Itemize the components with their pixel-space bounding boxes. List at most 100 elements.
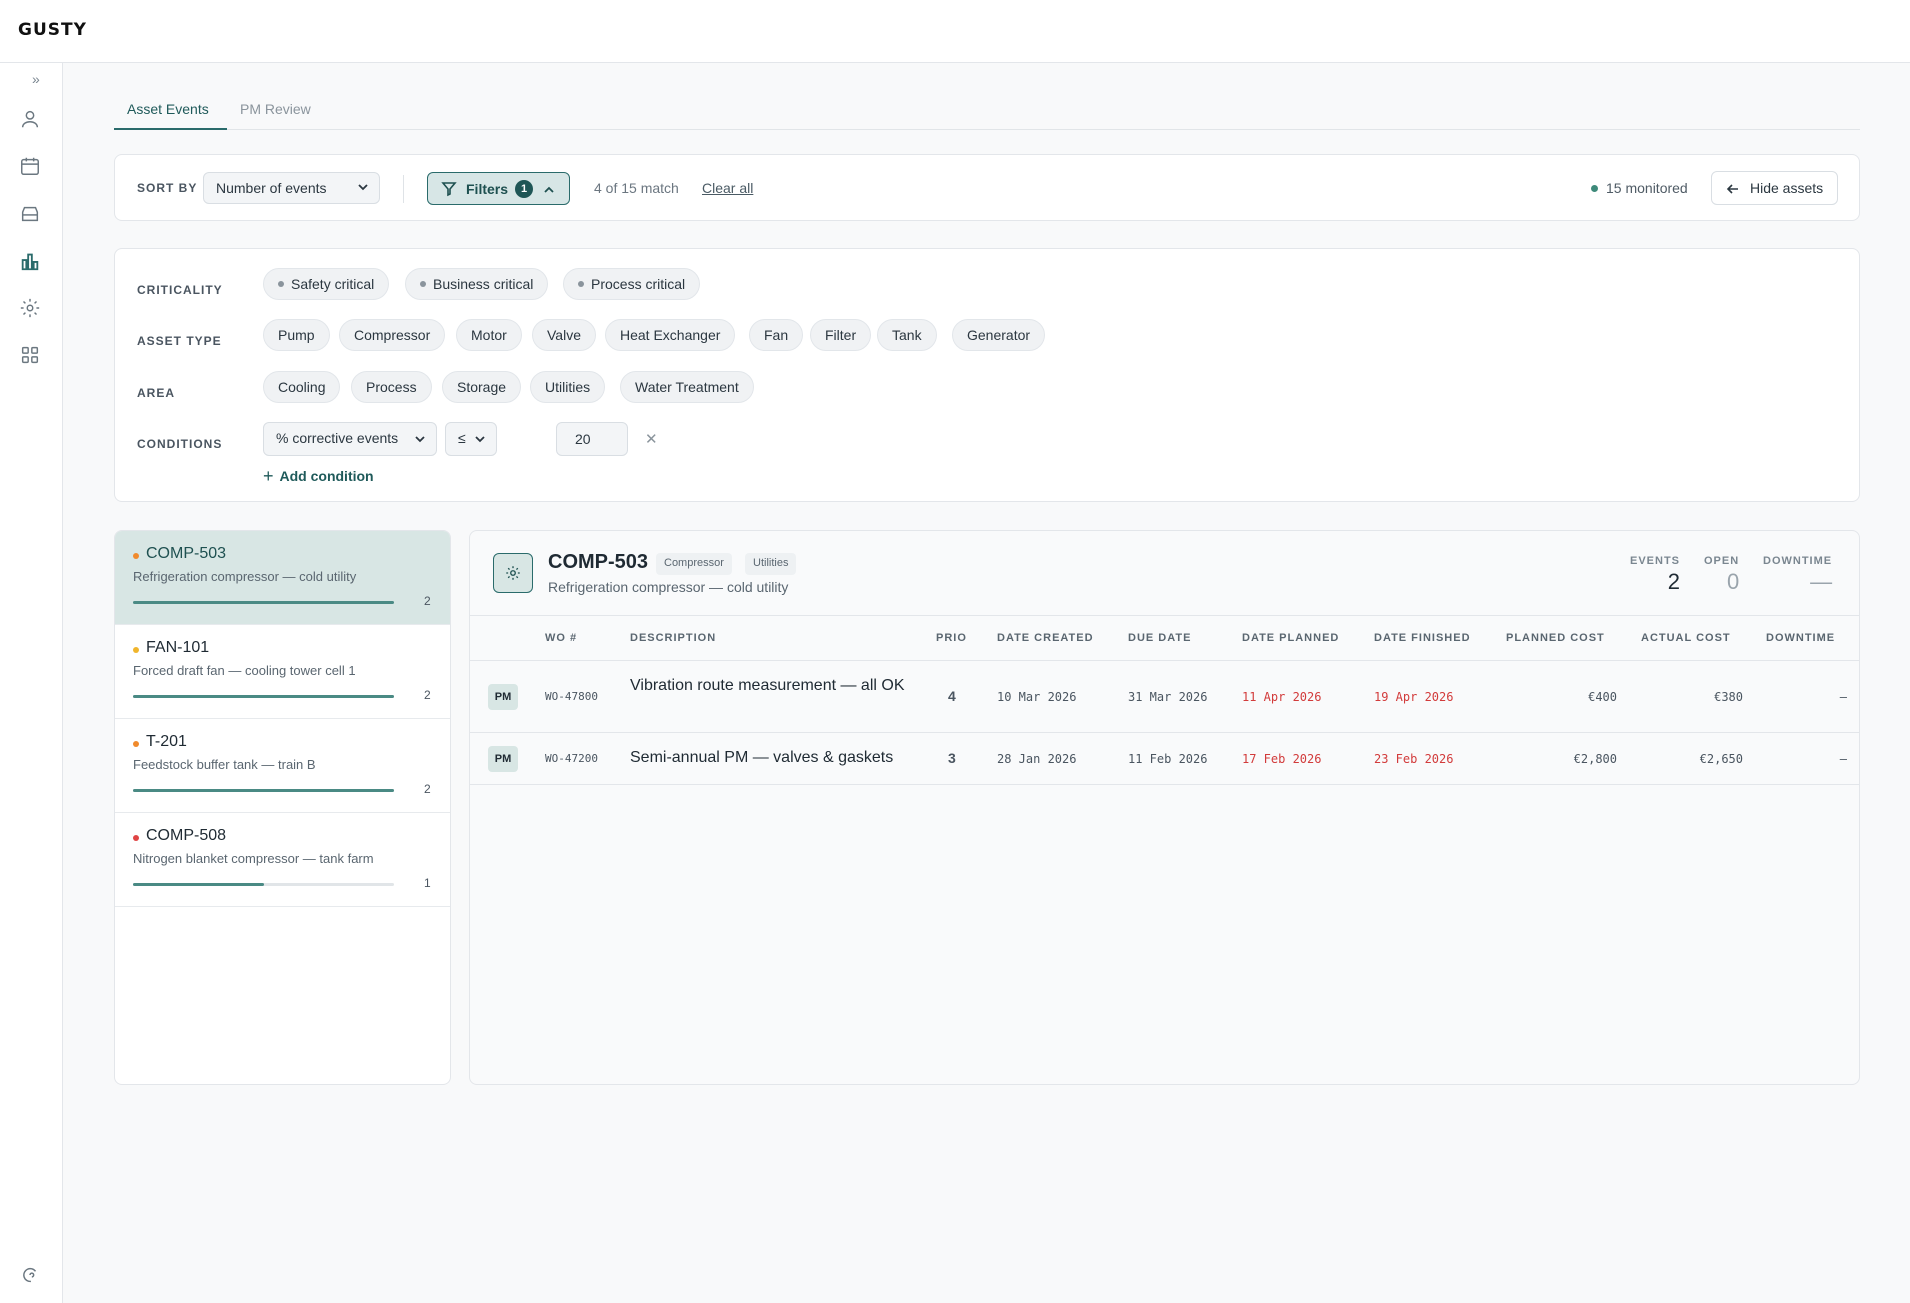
asset-title: COMP-503 xyxy=(548,551,649,573)
asset-list-item[interactable]: COMP-503 Refrigeration compressor — cold… xyxy=(115,531,450,625)
chip-process-critical[interactable]: Process critical xyxy=(563,268,701,300)
chip-motor[interactable]: Motor xyxy=(456,319,522,351)
stat-downtime-value: — xyxy=(1810,569,1833,594)
col-planned-cost[interactable]: PLANNED COST xyxy=(1506,632,1605,644)
user-icon[interactable] xyxy=(18,107,42,131)
stat-events-value: 2 xyxy=(1667,569,1681,594)
asset-list-item[interactable]: FAN-101 Forced draft fan — cooling tower… xyxy=(115,625,450,719)
main-content: Asset Events PM Review SORT BY Number of… xyxy=(63,63,1910,1303)
stat-open-value: 0 xyxy=(1726,569,1740,594)
work-type-badge: PM xyxy=(488,746,518,772)
chip-fan[interactable]: Fan xyxy=(749,319,804,351)
condition-metric-value: % corrective events xyxy=(276,430,399,446)
settings-icon[interactable] xyxy=(18,296,42,320)
col-date-created[interactable]: DATE CREATED xyxy=(997,632,1094,644)
chip-safety-critical[interactable]: Safety critical xyxy=(263,268,390,300)
col-description[interactable]: DESCRIPTION xyxy=(630,632,716,644)
wo-date-planned: 11 Apr 2026 xyxy=(1242,690,1322,704)
stat-downtime-label: DOWNTIME xyxy=(1763,555,1833,567)
chip-filter[interactable]: Filter xyxy=(810,319,872,351)
divider xyxy=(403,175,404,203)
chip-utilities[interactable]: Utilities xyxy=(530,371,606,403)
asset-name: FAN-101 xyxy=(146,639,210,656)
app-logo[interactable]: GUSTY xyxy=(18,20,87,40)
remove-condition-icon[interactable]: ✕ xyxy=(645,430,658,448)
filters-count-badge: 1 xyxy=(515,180,533,198)
wo-planned-cost: €2,800 xyxy=(1573,752,1617,766)
criticality-label: CRITICALITY xyxy=(137,283,223,297)
area-label: AREA xyxy=(137,386,176,400)
wo-actual-cost: €380 xyxy=(1714,690,1743,704)
stat-open: OPEN 0 xyxy=(1704,555,1739,595)
chart-icon[interactable] xyxy=(18,249,42,273)
hide-assets-button[interactable]: Hide assets xyxy=(1711,171,1838,205)
chip-cooling[interactable]: Cooling xyxy=(263,371,341,403)
table-row[interactable]: PM WO-47800 Vibration route measurement … xyxy=(470,661,1859,733)
work-type-badge: PM xyxy=(488,684,518,710)
asset-list-item[interactable]: COMP-508 Nitrogen blanket compressor — t… xyxy=(115,813,450,907)
chip-valve[interactable]: Valve xyxy=(532,319,596,351)
chip-generator[interactable]: Generator xyxy=(952,319,1046,351)
chevron-down-icon xyxy=(358,184,368,191)
event-bar-track xyxy=(133,789,394,792)
col-actual-cost[interactable]: ACTUAL COST xyxy=(1641,632,1731,644)
wo-prio: 3 xyxy=(948,750,956,766)
col-wo[interactable]: WO # xyxy=(545,632,577,644)
col-due-date[interactable]: DUE DATE xyxy=(1128,632,1191,644)
chip-tank[interactable]: Tank xyxy=(877,319,937,351)
wo-prio: 4 xyxy=(948,688,956,704)
condition-metric-select[interactable]: % corrective events xyxy=(263,422,437,456)
chevron-down-icon xyxy=(475,436,485,443)
filter-icon xyxy=(441,182,457,197)
asset-description: Feedstock buffer tank — train B xyxy=(133,757,316,772)
filters-button[interactable]: Filters 1 xyxy=(427,172,570,205)
event-count: 2 xyxy=(424,688,431,702)
table-row[interactable]: PM WO-47200 Semi-annual PM — valves & ga… xyxy=(470,733,1859,785)
wo-downtime: — xyxy=(1839,752,1847,766)
chip-process[interactable]: Process xyxy=(351,371,432,403)
stat-downtime: DOWNTIME — xyxy=(1763,555,1832,595)
clear-all-link[interactable]: Clear all xyxy=(702,180,753,196)
sort-by-label: SORT BY xyxy=(137,181,198,195)
wo-due-date: 11 Feb 2026 xyxy=(1128,752,1208,766)
asset-list-item[interactable]: T-201 Feedstock buffer tank — train B 2 xyxy=(115,719,450,813)
apps-grid-icon[interactable] xyxy=(18,343,42,367)
add-condition-button[interactable]: + Add condition xyxy=(263,466,374,487)
chip-heat-exchanger[interactable]: Heat Exchanger xyxy=(605,319,736,351)
wo-date-created: 28 Jan 2026 xyxy=(997,752,1077,766)
wo-number: WO-47200 xyxy=(545,752,598,765)
condition-operator-select[interactable]: ≤ xyxy=(445,422,497,456)
wo-date-created: 10 Mar 2026 xyxy=(997,690,1077,704)
table-header: WO # DESCRIPTION PRIO DATE CREATED DUE D… xyxy=(470,615,1859,661)
support-icon[interactable] xyxy=(18,1263,42,1287)
expand-sidebar-icon[interactable]: » xyxy=(32,71,40,87)
tab-pm-review[interactable]: PM Review xyxy=(227,91,324,130)
status-dot xyxy=(1591,185,1598,192)
wo-downtime: — xyxy=(1839,690,1847,704)
monitored-status: 15 monitored xyxy=(1591,180,1688,196)
sort-select[interactable]: Number of events xyxy=(203,172,380,204)
col-date-planned[interactable]: DATE PLANNED xyxy=(1242,632,1339,644)
hide-assets-label: Hide assets xyxy=(1750,180,1824,196)
chip-storage[interactable]: Storage xyxy=(442,371,522,403)
inbox-icon[interactable] xyxy=(18,202,42,226)
col-date-finished[interactable]: DATE FINISHED xyxy=(1374,632,1471,644)
chip-water-treatment[interactable]: Water Treatment xyxy=(620,371,754,403)
chip-label: Business critical xyxy=(433,276,534,292)
chip-compressor[interactable]: Compressor xyxy=(339,319,446,351)
condition-value-input[interactable]: 20 xyxy=(556,422,628,456)
wo-number: WO-47800 xyxy=(545,690,598,703)
criticality-dot xyxy=(133,553,139,559)
sort-select-value: Number of events xyxy=(216,180,327,196)
col-downtime[interactable]: DOWNTIME xyxy=(1766,632,1835,644)
wo-date-finished: 19 Apr 2026 xyxy=(1374,690,1454,704)
calendar-icon[interactable] xyxy=(18,154,42,178)
asset-subtitle: Refrigeration compressor — cold utility xyxy=(548,579,789,595)
col-prio[interactable]: PRIO xyxy=(936,632,967,644)
event-count: 2 xyxy=(424,782,431,796)
tab-asset-events[interactable]: Asset Events xyxy=(114,91,227,130)
chip-business-critical[interactable]: Business critical xyxy=(405,268,549,300)
sort-filter-bar: SORT BY Number of events Filters 1 4 of … xyxy=(114,154,1860,221)
left-nav-rail: » xyxy=(0,63,63,1303)
chip-pump[interactable]: Pump xyxy=(263,319,330,351)
